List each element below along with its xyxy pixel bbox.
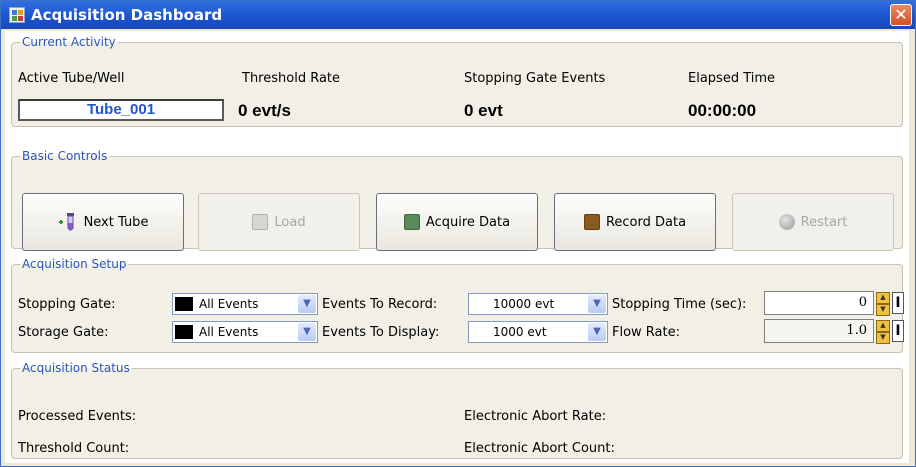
acquisition-status-legend: Acquisition Status xyxy=(22,361,130,375)
stopping-time-text-cursor-icon[interactable]: I xyxy=(892,292,904,314)
tube-icon xyxy=(58,213,74,231)
stopping-time-label: Stopping Time (sec): xyxy=(612,297,747,312)
dashboard-content: Current Activity Active Tube/Well Tube_0… xyxy=(5,31,909,463)
storage-gate-select[interactable]: All Events ▼ xyxy=(172,321,318,343)
chevron-down-icon[interactable]: ▼ xyxy=(588,323,606,341)
load-button[interactable]: Load xyxy=(198,193,360,251)
flow-rate-input[interactable]: 1.0 xyxy=(764,319,874,343)
flow-rate-label: Flow Rate: xyxy=(612,325,680,340)
gate-color-swatch xyxy=(175,297,193,311)
stopping-gate-value: All Events xyxy=(199,297,259,311)
record-data-label: Record Data xyxy=(605,214,687,230)
acquire-data-button[interactable]: Acquire Data xyxy=(376,193,538,251)
spin-down-icon[interactable]: ▼ xyxy=(876,332,890,344)
dashboard-app-icon xyxy=(9,7,25,23)
title-bar[interactable]: Acquisition Dashboard ✕ xyxy=(1,1,915,29)
acquisition-setup-legend: Acquisition Setup xyxy=(22,257,127,271)
current-activity-legend: Current Activity xyxy=(22,35,116,49)
chevron-down-icon[interactable]: ▼ xyxy=(298,323,316,341)
next-tube-button[interactable]: Next Tube xyxy=(22,193,184,251)
elapsed-time-value: 00:00:00 xyxy=(688,101,757,120)
window-title: Acquisition Dashboard xyxy=(31,6,223,24)
spin-down-icon[interactable]: ▼ xyxy=(876,304,890,316)
processed-events-label: Processed Events: xyxy=(18,409,137,424)
stopping-time-spinner[interactable]: ▲ ▼ xyxy=(876,292,890,316)
record-icon xyxy=(583,214,600,230)
spin-up-icon[interactable]: ▲ xyxy=(876,320,890,332)
events-to-display-label: Events To Display: xyxy=(322,325,440,340)
restart-icon xyxy=(778,214,795,230)
load-label: Load xyxy=(274,214,306,230)
events-to-record-select[interactable]: 10000 evt ▼ xyxy=(468,293,608,315)
acquire-data-label: Acquire Data xyxy=(425,214,511,230)
threshold-rate-value: 0 evt/s xyxy=(238,101,291,120)
events-to-display-value: 1000 evt xyxy=(493,325,547,339)
storage-gate-label: Storage Gate: xyxy=(18,325,109,340)
events-to-record-label: Events To Record: xyxy=(322,297,438,312)
gate-color-swatch xyxy=(175,325,193,339)
acquire-icon xyxy=(403,214,420,230)
active-tube-field[interactable]: Tube_001 xyxy=(18,99,224,121)
storage-gate-value: All Events xyxy=(199,325,259,339)
threshold-count-label: Threshold Count: xyxy=(18,441,130,456)
flow-rate-spinner[interactable]: ▲ ▼ xyxy=(876,320,890,344)
basic-controls-legend: Basic Controls xyxy=(22,149,108,163)
stopping-gate-label: Stopping Gate: xyxy=(18,297,116,312)
record-data-button[interactable]: Record Data xyxy=(554,193,716,251)
elapsed-time-label: Elapsed Time xyxy=(688,71,776,86)
spin-up-icon[interactable]: ▲ xyxy=(876,292,890,304)
acquisition-status-group: Acquisition Status Processed Events: Thr… xyxy=(11,361,903,459)
electronic-abort-rate-label: Electronic Abort Rate: xyxy=(464,409,607,424)
acquisition-dashboard-window: Acquisition Dashboard ✕ Current Activity… xyxy=(0,0,916,467)
close-button[interactable]: ✕ xyxy=(890,4,912,26)
electronic-abort-count-label: Electronic Abort Count: xyxy=(464,441,615,456)
threshold-rate-label: Threshold Rate xyxy=(242,71,341,86)
restart-button[interactable]: Restart xyxy=(732,193,894,251)
load-icon xyxy=(252,214,269,230)
acquisition-setup-group: Acquisition Setup Stopping Gate: All Eve… xyxy=(11,257,904,353)
restart-label: Restart xyxy=(800,214,848,230)
stopping-gate-events-value: 0 evt xyxy=(464,101,503,120)
stopping-gate-select[interactable]: All Events ▼ xyxy=(172,293,318,315)
flow-rate-text-cursor-icon[interactable]: I xyxy=(892,320,904,342)
events-to-record-value: 10000 evt xyxy=(493,297,555,311)
next-tube-label: Next Tube xyxy=(83,214,149,230)
current-activity-group: Current Activity Active Tube/Well Tube_0… xyxy=(11,35,903,127)
stopping-gate-events-label: Stopping Gate Events xyxy=(464,71,606,86)
chevron-down-icon[interactable]: ▼ xyxy=(298,295,316,313)
stopping-time-input[interactable]: 0 xyxy=(764,291,874,315)
chevron-down-icon[interactable]: ▼ xyxy=(588,295,606,313)
events-to-display-select[interactable]: 1000 evt ▼ xyxy=(468,321,608,343)
basic-controls-group: Basic Controls Next Tube Load Acquire Da… xyxy=(11,149,903,251)
active-tube-label: Active Tube/Well xyxy=(18,71,125,86)
